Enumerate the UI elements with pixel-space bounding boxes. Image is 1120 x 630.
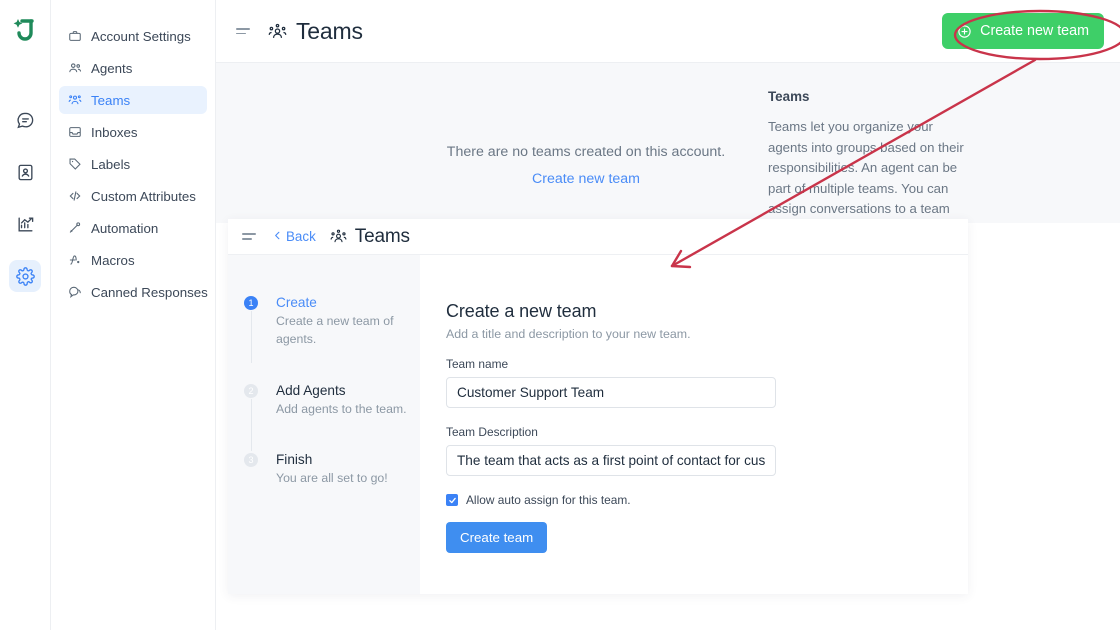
auto-assign-checkbox-row[interactable]: Allow auto assign for this team. [446, 493, 968, 507]
step-description: Create a new team of agents. [276, 314, 394, 346]
panel-title: Teams [354, 225, 410, 247]
back-button[interactable]: Back [272, 229, 316, 244]
sidebar-item-label: Teams [91, 92, 131, 108]
macros-icon [67, 253, 82, 268]
step-description: Add agents to the team. [276, 401, 407, 416]
team-description-input[interactable] [446, 445, 776, 476]
sidebar-item-custom-attributes[interactable]: Custom Attributes [59, 182, 207, 210]
empty-state-create-link[interactable]: Create new team [376, 166, 796, 193]
empty-state-message-block: There are no teams created on this accou… [376, 139, 796, 193]
help-panel-title: Teams [768, 89, 810, 104]
wizard-step-add-agents[interactable]: 2 Add Agents Add agents to the team. [244, 382, 420, 451]
hamburger-icon[interactable] [236, 23, 252, 39]
panel-body: 1 Create Create a new team of agents. 2 … [228, 255, 968, 594]
teams-icon [67, 93, 82, 108]
step-title: Create [276, 295, 317, 310]
step-number-badge: 3 [244, 453, 258, 468]
create-team-form: Create a new team Add a title and descri… [420, 255, 968, 594]
primary-nav-rail [0, 0, 51, 630]
sidebar-item-agents[interactable]: Agents [59, 54, 207, 82]
step-connector-line [250, 311, 252, 363]
teams-empty-state-area: There are no teams created on this accou… [216, 63, 1120, 258]
teams-help-panel: Teams Teams let you organize your agents… [768, 63, 968, 258]
sidebar-item-teams[interactable]: Teams [59, 86, 207, 114]
chevron-left-icon [272, 229, 283, 244]
create-team-panel: Back Teams 1 Create Create a new team of… [228, 219, 968, 594]
canned-response-icon [67, 285, 82, 300]
sidebar-item-label: Account Settings [91, 28, 191, 44]
step-title: Finish [276, 452, 313, 468]
panel-header: Back Teams [228, 219, 968, 255]
team-description-label: Team Description [446, 425, 538, 439]
label-tag-icon [67, 157, 82, 172]
teams-icon [268, 22, 287, 41]
agents-icon [67, 61, 82, 76]
wizard-step-create[interactable]: 1 Create Create a new team of agents. [244, 295, 420, 363]
auto-assign-label: Allow auto assign for this team. [466, 493, 631, 507]
sidebar-item-macros[interactable]: Macros [59, 246, 207, 274]
step-description: You are all set to go! [276, 471, 388, 486]
contacts-icon[interactable] [9, 156, 41, 188]
sidebar-item-labels[interactable]: Labels [59, 150, 207, 178]
sidebar-item-label: Agents [91, 60, 133, 76]
app-root: Account Settings Agents Teams Inboxes La… [0, 0, 1120, 630]
conversations-icon[interactable] [9, 104, 41, 136]
create-new-team-label: Create new team [980, 23, 1089, 39]
wizard-steps: 1 Create Create a new team of agents. 2 … [228, 255, 420, 594]
teams-icon [330, 228, 347, 245]
chatwoot-logo-icon[interactable] [10, 16, 40, 46]
team-name-input[interactable] [446, 377, 776, 408]
wizard-step-finish[interactable]: 3 Finish You are all set to go! [244, 452, 420, 488]
form-subtitle: Add a title and description to your new … [446, 327, 691, 341]
sidebar-item-label: Labels [91, 156, 131, 172]
back-button-label: Back [286, 229, 316, 244]
sidebar-item-automation[interactable]: Automation [59, 214, 207, 242]
sidebar-item-inboxes[interactable]: Inboxes [59, 118, 207, 146]
create-team-submit-button[interactable]: Create team [446, 522, 548, 553]
create-new-team-button[interactable]: Create new team [942, 13, 1104, 49]
briefcase-icon [67, 29, 82, 44]
settings-icon[interactable] [9, 260, 41, 292]
empty-state-message: There are no teams created on this accou… [446, 144, 726, 160]
sidebar-item-label: Macros [91, 252, 135, 268]
sidebar-item-account-settings[interactable]: Account Settings [59, 22, 207, 50]
sidebar-item-label: Custom Attributes [91, 188, 196, 204]
page-title: Teams [296, 17, 363, 44]
inbox-icon [67, 125, 82, 140]
hamburger-icon[interactable] [242, 229, 258, 245]
step-number-badge: 1 [244, 296, 258, 310]
sidebar-item-label: Automation [91, 220, 159, 236]
step-connector-line [250, 398, 252, 451]
checkmark-icon[interactable] [446, 494, 458, 506]
settings-sidebar: Account Settings Agents Teams Inboxes La… [51, 0, 216, 630]
sidebar-item-canned-responses[interactable]: Canned Responses [59, 278, 208, 306]
team-name-label: Team name [446, 357, 509, 371]
step-title: Add Agents [276, 382, 346, 398]
sidebar-item-label: Inboxes [91, 124, 138, 140]
reports-icon[interactable] [9, 208, 41, 240]
automation-icon [67, 221, 82, 236]
sidebar-item-label: Canned Responses [91, 284, 208, 300]
plus-circle-icon [957, 24, 972, 39]
form-title: Create a new team [446, 301, 597, 321]
code-icon [67, 189, 82, 204]
step-number-badge: 2 [244, 383, 258, 398]
page-header: Teams Create new team [216, 0, 1120, 63]
